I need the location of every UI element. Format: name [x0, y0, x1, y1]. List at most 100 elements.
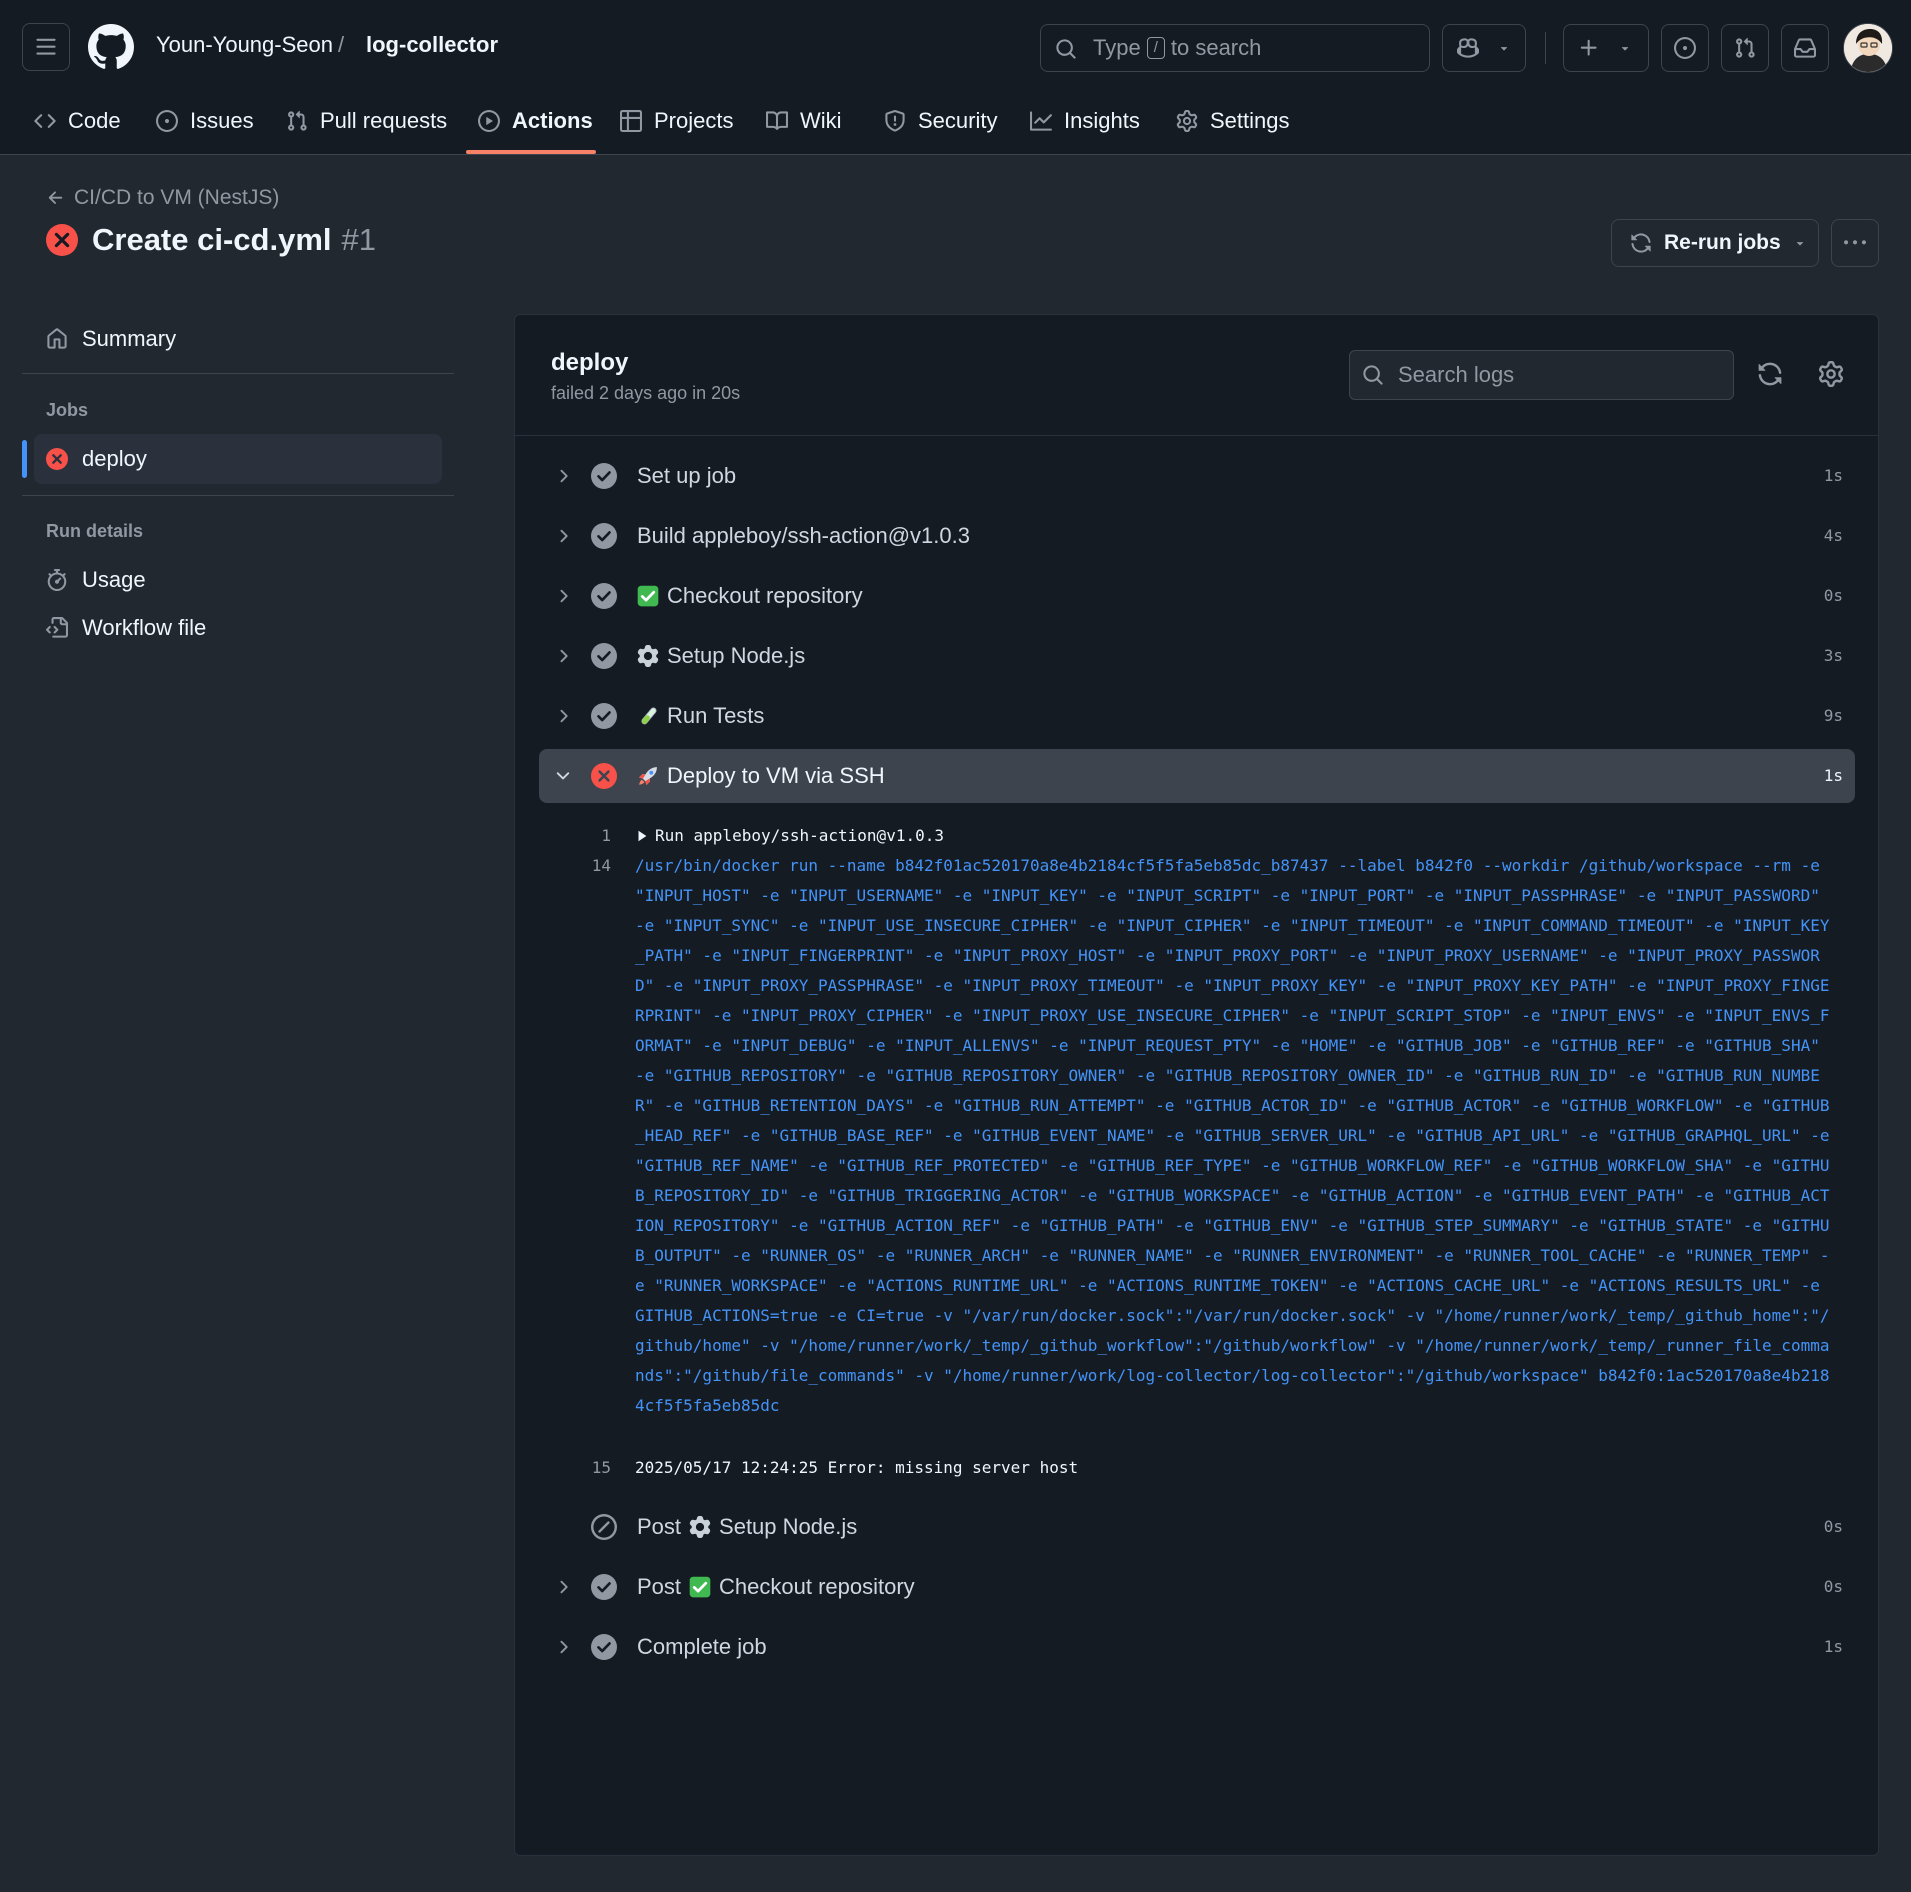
home-icon — [47, 328, 67, 349]
global-header: Youn-Young-Seon / log-collector Type / t… — [0, 0, 1911, 155]
log-line-text: Run appleboy/ssh-action@v1.0.3 — [655, 826, 944, 845]
log-group-toggle[interactable]: Run appleboy/ssh-action@v1.0.3 — [635, 821, 1835, 851]
global-search-input[interactable]: Type / to search — [1040, 24, 1430, 72]
sidebar-item-deploy-job[interactable]: deploy — [46, 446, 147, 472]
gear-emoji-icon — [689, 1516, 711, 1538]
tab-insights-label: Insights — [1064, 108, 1140, 133]
chevron-right-icon — [560, 1580, 568, 1594]
job-header: deploy failed 2 days ago in 20s Search l… — [515, 315, 1878, 436]
tab-settings-label: Settings — [1210, 108, 1290, 133]
step-name: Complete job — [637, 1634, 767, 1659]
chevron-right-icon — [560, 709, 568, 723]
breadcrumb-separator: / — [338, 32, 345, 57]
tab-pull-requests[interactable]: Pull requests — [286, 92, 447, 150]
run-number: #1 — [341, 222, 376, 257]
search-placeholder-prefix: Type — [1093, 35, 1141, 60]
arrow-left-icon — [48, 191, 63, 204]
sidebar-item-usage[interactable]: Usage — [46, 567, 146, 593]
tab-projects[interactable]: Projects — [620, 92, 733, 150]
step-name: Setup Node.js — [667, 643, 806, 668]
step-duration: 0s — [1823, 586, 1843, 605]
gear-icon — [1818, 361, 1844, 387]
chevron-down-icon — [1796, 242, 1803, 246]
step-label: Post Checkout repository — [637, 1574, 915, 1600]
sidebar-divider — [22, 373, 454, 374]
more-options-button[interactable] — [1831, 219, 1879, 267]
pull-requests-button[interactable] — [1721, 24, 1769, 72]
header-divider — [1545, 32, 1546, 64]
rocket-emoji-icon — [637, 765, 659, 787]
chevron-right-icon — [560, 469, 568, 483]
step-duration: 1s — [1823, 1637, 1843, 1656]
step-row-complete-job[interactable]: Complete job 1s — [539, 1620, 1855, 1674]
tab-insights[interactable]: Insights — [1030, 92, 1140, 150]
workflow-back-link[interactable]: CI/CD to VM (NestJS) — [46, 186, 279, 210]
x-circle-fill-icon — [591, 763, 617, 789]
log-settings-button[interactable] — [1818, 361, 1844, 387]
log-line-number: 15 — [591, 1458, 611, 1477]
avatar[interactable] — [1843, 23, 1893, 73]
sidebar-active-indicator — [22, 440, 27, 478]
tab-code[interactable]: Code — [34, 92, 121, 150]
x-circle-fill-icon — [46, 448, 68, 470]
search-logs-input[interactable]: Search logs — [1349, 350, 1734, 400]
inbox-icon — [1794, 38, 1816, 58]
job-log-panel: deploy failed 2 days ago in 20s Search l… — [514, 314, 1879, 1856]
tab-wiki[interactable]: Wiki — [766, 92, 842, 150]
triangle-right-icon — [638, 830, 647, 842]
step-row-setup-node[interactable]: Setup Node.js 3s — [539, 629, 1855, 683]
step-prefix: Post — [637, 1514, 682, 1539]
step-row-build-ssh-action[interactable]: Build appleboy/ssh-action@v1.0.3 4s — [539, 509, 1855, 563]
job-name: deploy — [551, 349, 629, 376]
step-row-run-tests[interactable]: Run Tests 9s — [539, 689, 1855, 743]
tab-security[interactable]: Security — [884, 92, 997, 150]
step-name: Run Tests — [667, 703, 765, 728]
refresh-logs-button[interactable] — [1757, 361, 1783, 387]
sidebar-workflow-file-label: Workflow file — [82, 615, 207, 640]
step-name: Setup Node.js — [719, 1514, 858, 1539]
file-code-icon — [46, 617, 68, 638]
tab-settings[interactable]: Settings — [1176, 92, 1290, 150]
step-label: Post Setup Node.js — [637, 1514, 857, 1540]
sidebar-item-summary[interactable]: Summary — [46, 326, 176, 352]
copilot-button[interactable] — [1442, 24, 1526, 72]
step-row-set-up-job[interactable]: Set up job 1s — [539, 449, 1855, 503]
tab-actions[interactable]: Actions — [478, 92, 593, 150]
step-name: Checkout repository — [719, 1574, 915, 1599]
step-row-post-checkout[interactable]: Post Checkout repository 0s — [539, 1560, 1855, 1614]
step-duration: 3s — [1823, 646, 1843, 665]
menu-button[interactable] — [22, 23, 70, 71]
step-label: Run Tests — [637, 703, 764, 729]
check-circle-fill-icon — [591, 583, 617, 609]
tab-issues[interactable]: Issues — [156, 92, 254, 150]
repo-name-link[interactable]: log-collector — [366, 32, 498, 58]
create-new-button[interactable] — [1563, 24, 1649, 72]
chevron-right-icon — [560, 649, 568, 663]
sidebar-usage-label: Usage — [82, 567, 146, 592]
step-row-checkout-repository[interactable]: Checkout repository 0s — [539, 569, 1855, 623]
step-row-post-setup-node: Post Setup Node.js 0s — [539, 1500, 1855, 1554]
search-shortcut-key: / — [1146, 37, 1165, 59]
sidebar-item-workflow-file[interactable]: Workflow file — [46, 615, 206, 641]
plus-icon — [1580, 39, 1597, 56]
tab-projects-label: Projects — [654, 108, 734, 133]
gear-icon — [1176, 110, 1198, 132]
step-row-deploy-to-vm[interactable]: Deploy to VM via SSH 1s — [539, 749, 1855, 803]
chevron-down-icon — [1500, 47, 1508, 51]
shield-icon — [885, 110, 905, 132]
step-label: Set up job — [637, 463, 736, 489]
github-logo-icon[interactable] — [88, 24, 134, 70]
jobs-heading: Jobs — [46, 400, 89, 420]
rerun-jobs-label: Re-run jobs — [1664, 231, 1781, 254]
sidebar-divider — [22, 495, 454, 496]
step-duration: 4s — [1823, 526, 1843, 545]
issues-button[interactable] — [1661, 24, 1709, 72]
repo-owner-link[interactable]: Youn-Young-Seon — [156, 32, 333, 58]
inbox-button[interactable] — [1781, 24, 1829, 72]
skip-icon — [591, 1514, 617, 1540]
check-circle-fill-icon — [591, 1634, 617, 1660]
active-tab-indicator — [466, 150, 596, 154]
workflow-name: CI/CD to VM (NestJS) — [74, 186, 280, 209]
step-duration: 1s — [1823, 766, 1843, 785]
rerun-jobs-button[interactable]: Re-run jobs — [1611, 219, 1819, 267]
